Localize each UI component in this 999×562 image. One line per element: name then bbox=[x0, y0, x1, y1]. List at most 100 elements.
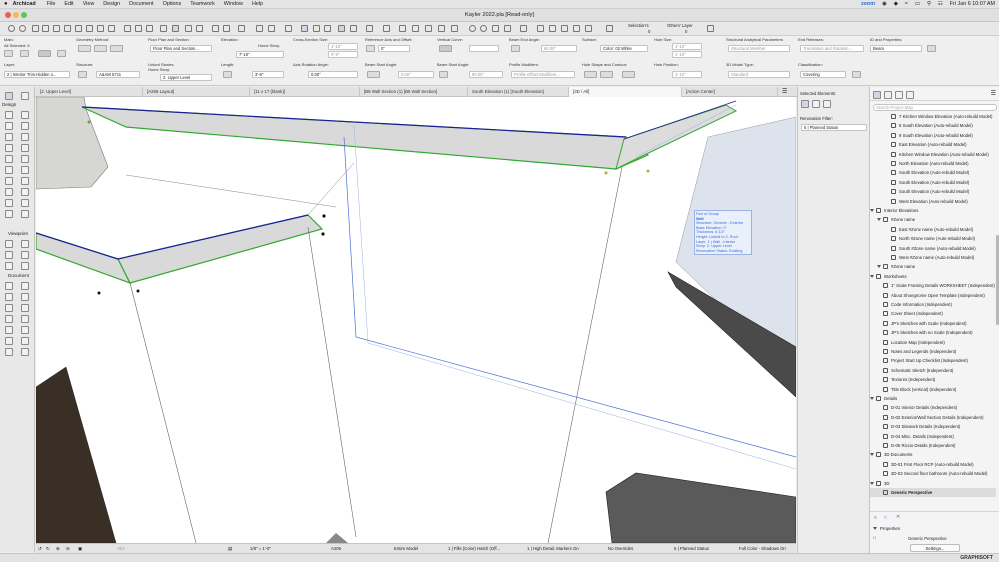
select-all-icon[interactable] bbox=[801, 100, 809, 108]
hole-shape-rect-button[interactable] bbox=[584, 71, 597, 78]
arrange-icon[interactable] bbox=[124, 25, 131, 32]
dropbox-icon[interactable]: ◆ bbox=[894, 1, 898, 7]
window-tool-icon[interactable] bbox=[5, 166, 13, 174]
eyedropper-icon[interactable] bbox=[97, 25, 104, 32]
slab-tool-icon[interactable] bbox=[21, 122, 29, 130]
layout-value[interactable]: A206 bbox=[331, 546, 341, 551]
project-map-item[interactable]: Title Block (vertical) (Independent) bbox=[870, 385, 996, 394]
selection-mode-icon[interactable] bbox=[172, 25, 179, 32]
menu-help[interactable]: Help bbox=[252, 1, 263, 7]
hotspot-tool-icon[interactable] bbox=[5, 337, 13, 345]
grid-tool-icon[interactable] bbox=[21, 337, 29, 345]
cursor-snap-icon[interactable] bbox=[223, 25, 230, 32]
project-map-folder[interactable]: #Zone name bbox=[870, 215, 996, 224]
menu-view[interactable]: View bbox=[83, 1, 95, 7]
beam-start-field[interactable]: 0.00" bbox=[398, 71, 434, 78]
beam-start-angle-button[interactable] bbox=[439, 71, 448, 78]
project-map-item[interactable]: D-03 Sitework Details (Independent) bbox=[870, 422, 996, 431]
tab-11x17-blank[interactable]: [11 x 17 (blank)] bbox=[250, 87, 360, 97]
zone-tool-icon[interactable] bbox=[21, 177, 29, 185]
section-tool-icon[interactable] bbox=[5, 240, 13, 248]
stair-tool-icon[interactable] bbox=[5, 133, 13, 141]
model-type-dropdown[interactable]: Standard bbox=[728, 71, 790, 78]
grid-icon[interactable] bbox=[338, 25, 345, 32]
search-icon[interactable]: ⚲ bbox=[927, 1, 931, 7]
project-map-folder[interactable]: 3D bbox=[870, 479, 996, 488]
column-tool-icon[interactable] bbox=[21, 111, 29, 119]
elevation-field[interactable]: 7'-10" bbox=[236, 51, 284, 58]
more-design-icon[interactable] bbox=[21, 210, 29, 218]
railing-tool-icon[interactable] bbox=[21, 133, 29, 141]
properties-toggle-icon[interactable]: ≡ bbox=[874, 515, 877, 521]
sun-icon[interactable] bbox=[412, 25, 419, 32]
lamp-tool-icon[interactable] bbox=[21, 199, 29, 207]
selection-arrow-button[interactable] bbox=[4, 50, 13, 57]
publisher-icon[interactable] bbox=[585, 25, 592, 32]
project-map-item[interactable]: 3D-01 First Floor RCP (Auto-rebuild Mode… bbox=[870, 460, 996, 469]
ref-axis-field[interactable]: 0" bbox=[378, 45, 410, 52]
project-map-item[interactable]: Generic Perspective bbox=[870, 488, 996, 498]
marquee-icon[interactable] bbox=[451, 25, 458, 32]
new-view-icon[interactable]: □ bbox=[884, 515, 887, 521]
fill-tool-icon[interactable] bbox=[5, 304, 13, 312]
vertical-curve-button[interactable] bbox=[439, 45, 452, 52]
project-map-item[interactable]: About Shoegnome Open Template (Independe… bbox=[870, 291, 996, 300]
vertical-curve-field[interactable] bbox=[469, 45, 499, 52]
cross-section-width[interactable]: 1'-10" bbox=[328, 43, 358, 50]
group-icon[interactable] bbox=[135, 25, 142, 32]
ref-axis-button[interactable] bbox=[366, 45, 375, 52]
zoom-value[interactable]: N/A bbox=[118, 546, 125, 551]
project-map-item[interactable]: East #Zone name (Auto-rebuild Model) bbox=[870, 225, 996, 234]
more-tools-icon[interactable] bbox=[5, 210, 13, 218]
project-map-item[interactable]: D-02 Exterior/Wall Section Details (Inde… bbox=[870, 413, 996, 422]
mesh-tool-icon[interactable] bbox=[21, 188, 29, 196]
trace-icon[interactable] bbox=[185, 25, 192, 32]
navigator-menu-icon[interactable]: ☰ bbox=[991, 90, 996, 97]
beam-tool-icon[interactable] bbox=[5, 122, 13, 130]
project-map-item[interactable]: JP's Sketches with Scale (Independent) bbox=[870, 319, 996, 328]
length-lock-button[interactable] bbox=[223, 71, 232, 78]
object-tool-icon[interactable] bbox=[5, 177, 13, 185]
magic-wand-icon[interactable] bbox=[64, 25, 71, 32]
project-map-item[interactable]: South Elevation (Auto-rebuild Model) bbox=[870, 187, 996, 196]
find-select-icon[interactable] bbox=[53, 25, 60, 32]
revision-cloud-tool-icon[interactable] bbox=[21, 348, 29, 356]
grid-snap-icon[interactable] bbox=[268, 25, 275, 32]
expand-arrow-icon[interactable] bbox=[870, 209, 874, 212]
menu-options[interactable]: Options bbox=[163, 1, 182, 7]
layer-combination-icon[interactable] bbox=[160, 25, 167, 32]
message-icon[interactable] bbox=[707, 25, 714, 32]
fill-option[interactable]: 1 | Fills (Color) Hatch (Off... bbox=[448, 546, 500, 551]
overrides[interactable]: No Overrides bbox=[608, 546, 633, 551]
project-map-item[interactable]: D-05 Riccio Details (Independent) bbox=[870, 441, 996, 450]
tab-upper-level[interactable]: [2. Upper Level] bbox=[36, 87, 143, 97]
project-map-item[interactable]: JP's Sketches with no Scale (Independent… bbox=[870, 328, 996, 337]
skylight-tool-icon[interactable] bbox=[21, 166, 29, 174]
arrow-tool-button[interactable] bbox=[57, 50, 66, 57]
detail-level[interactable]: 1 | High Detail, Markers On bbox=[527, 546, 579, 551]
project-map-item[interactable]: 8 South Elevation (Auto-rebuild Model) bbox=[870, 121, 996, 130]
reference-icon[interactable] bbox=[301, 25, 308, 32]
geometry-straight-button[interactable] bbox=[78, 45, 91, 52]
settings-dialog-button[interactable] bbox=[20, 50, 29, 57]
beam-start-button[interactable] bbox=[367, 71, 380, 78]
marker-icon[interactable] bbox=[561, 25, 568, 32]
project-map-item[interactable]: North Elevation (Auto-rebuild Model) bbox=[870, 159, 996, 168]
layer-dropdown[interactable]: 2 | Interior Trim.Hidden o... bbox=[4, 71, 70, 78]
navigate-icon[interactable] bbox=[399, 25, 406, 32]
structure-type-button[interactable] bbox=[78, 71, 87, 78]
marquee-tool-icon[interactable] bbox=[21, 92, 29, 100]
project-map-item[interactable]: Notes and Legends (Independent) bbox=[870, 347, 996, 356]
project-map-item[interactable]: Location Map (Independent) bbox=[870, 338, 996, 347]
beam-end-angle-button[interactable] bbox=[511, 45, 520, 52]
status-icon-1[interactable]: ◉ bbox=[882, 1, 887, 7]
beam-end-angle-field[interactable]: 90.00° bbox=[541, 45, 577, 52]
scale-icon[interactable]: ▤ bbox=[228, 546, 232, 552]
next-view-icon[interactable] bbox=[537, 25, 544, 32]
explore-icon[interactable] bbox=[438, 25, 445, 32]
document-section-label[interactable]: Document bbox=[8, 273, 29, 278]
view-map-icon[interactable] bbox=[884, 91, 892, 99]
tab-a206-layout[interactable]: [A206 Layout] bbox=[143, 87, 250, 97]
battery-icon[interactable]: ▭ bbox=[915, 1, 920, 7]
project-map-item[interactable]: Schematic Sketch (Independent) bbox=[870, 366, 996, 375]
